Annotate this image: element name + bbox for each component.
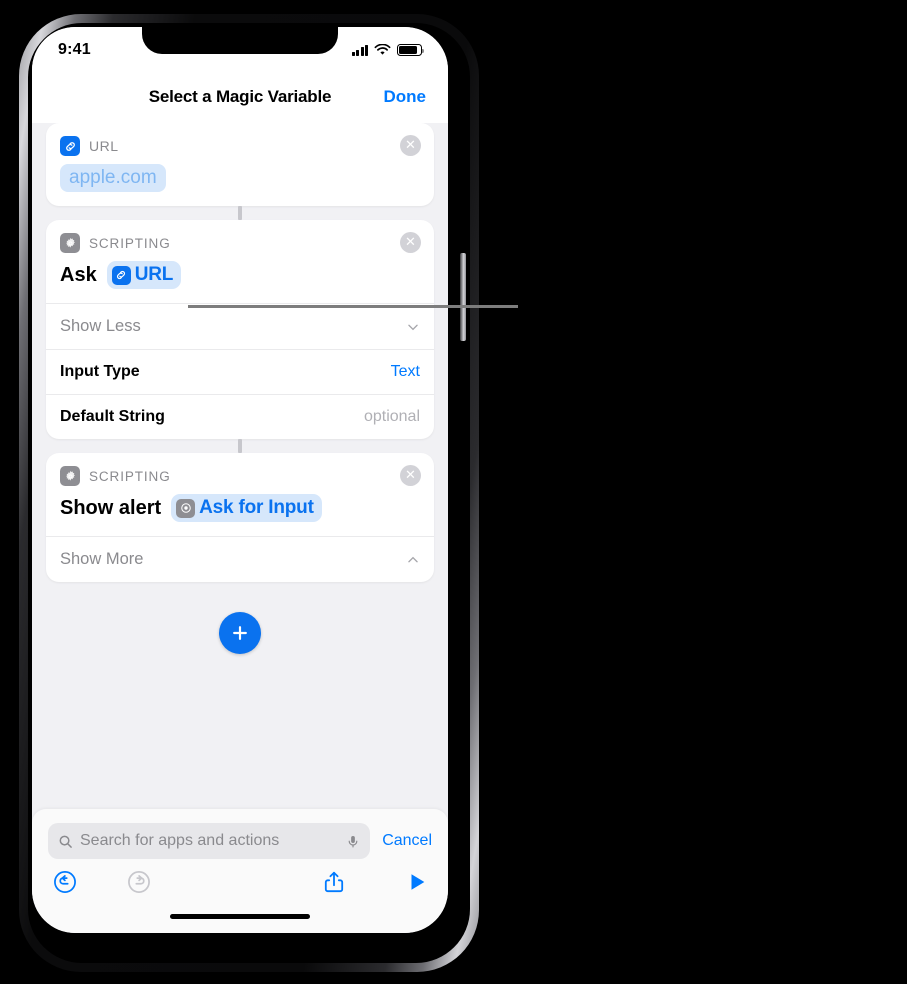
- action-connector: [238, 439, 242, 453]
- url-link-icon: [60, 136, 80, 156]
- chevron-down-icon: [408, 324, 418, 330]
- row-show-less[interactable]: Show Less: [46, 303, 434, 349]
- row-value[interactable]: Text: [391, 363, 420, 381]
- bottom-bar: Search for apps and actions Cancel: [32, 809, 448, 933]
- action-card-url[interactable]: URL ✕ apple.com: [46, 123, 434, 206]
- iphone-device-frame: 9:41 Select a Magic Variable Done URL ✕ …: [19, 14, 479, 972]
- display-notch: [142, 27, 338, 54]
- redo-button[interactable]: [126, 869, 152, 895]
- play-icon: [411, 874, 425, 890]
- done-button[interactable]: Done: [384, 87, 427, 107]
- battery-icon: [397, 44, 425, 56]
- editor-toolbar: [32, 859, 448, 895]
- action-verb-label: Ask: [60, 263, 97, 286]
- token-label: URL: [134, 264, 174, 285]
- undo-button[interactable]: [52, 869, 78, 895]
- shortcut-actions-list[interactable]: URL ✕ apple.com SCRIPTING ✕ Ask URL Show…: [32, 123, 448, 809]
- plus-icon: [233, 626, 247, 640]
- close-icon[interactable]: ✕: [400, 232, 421, 253]
- action-show-alert-line: Show alert Ask for Input: [60, 494, 420, 522]
- row-input-type[interactable]: Input Type Text: [46, 349, 434, 394]
- row-default-string[interactable]: Default String optional: [46, 394, 434, 439]
- search-input[interactable]: Search for apps and actions: [48, 823, 371, 859]
- add-action-button[interactable]: [219, 612, 261, 654]
- row-show-more[interactable]: Show More: [46, 536, 434, 582]
- search-row: Search for apps and actions Cancel: [32, 809, 448, 859]
- signal-bars-icon: [351, 44, 368, 56]
- search-icon: [59, 835, 72, 848]
- row-label: Show Less: [60, 317, 141, 335]
- status-bar-indicators: [351, 44, 425, 56]
- action-card-body: Ask URL: [46, 253, 434, 303]
- action-card-title: SCRIPTING: [89, 235, 171, 251]
- callout-leader-line: [188, 305, 518, 308]
- scripting-gear-icon: [60, 466, 80, 486]
- status-bar-time: 9:41: [58, 41, 91, 58]
- chevron-up-icon: [408, 556, 418, 562]
- action-card-body: apple.com: [46, 156, 434, 206]
- share-icon: [324, 871, 344, 893]
- phone-screen: 9:41 Select a Magic Variable Done URL ✕ …: [32, 27, 448, 933]
- magic-variable-token-url[interactable]: URL: [106, 261, 182, 289]
- microphone-icon[interactable]: [346, 833, 360, 850]
- action-connector: [238, 206, 242, 220]
- power-button[interactable]: [460, 253, 466, 341]
- action-ask-line: Ask URL: [60, 261, 420, 289]
- row-label: Input Type: [60, 363, 140, 380]
- row-label: Show More: [60, 550, 144, 568]
- url-link-icon: [111, 265, 131, 285]
- share-button[interactable]: [322, 869, 346, 895]
- scripting-gear-icon: [60, 233, 80, 253]
- close-icon[interactable]: ✕: [400, 135, 421, 156]
- page-title: Select a Magic Variable: [148, 87, 332, 106]
- action-verb-label: Show alert: [60, 496, 162, 519]
- action-card-body: Show alert Ask for Input: [46, 486, 434, 536]
- row-label: Default String: [60, 408, 165, 425]
- close-icon[interactable]: ✕: [400, 465, 421, 486]
- wifi-icon: [374, 44, 391, 55]
- magic-variable-token-ask-for-input[interactable]: Ask for Input: [171, 494, 322, 522]
- action-card-title: URL: [89, 138, 119, 154]
- action-card-header: SCRIPTING ✕: [46, 220, 434, 253]
- token-label: Ask for Input: [199, 497, 314, 518]
- play-button[interactable]: [406, 870, 428, 894]
- action-card-header: SCRIPTING ✕: [46, 453, 434, 486]
- action-card-show-alert[interactable]: SCRIPTING ✕ Show alert Ask for Input Sho…: [46, 453, 434, 582]
- action-card-ask[interactable]: SCRIPTING ✕ Ask URL Show Less Input Type…: [46, 220, 434, 439]
- add-action-row: [32, 612, 448, 654]
- cancel-button[interactable]: Cancel: [382, 832, 432, 850]
- row-value[interactable]: optional: [364, 408, 420, 426]
- navigation-bar: Select a Magic Variable Done: [32, 71, 448, 123]
- ask-for-input-icon: [176, 498, 196, 518]
- redo-icon: [128, 871, 150, 893]
- undo-icon: [54, 871, 76, 893]
- search-placeholder: Search for apps and actions: [80, 832, 280, 849]
- action-card-title: SCRIPTING: [89, 468, 171, 484]
- home-indicator: [170, 914, 310, 919]
- action-card-header: URL ✕: [46, 123, 434, 156]
- url-value-pill[interactable]: apple.com: [60, 164, 166, 192]
